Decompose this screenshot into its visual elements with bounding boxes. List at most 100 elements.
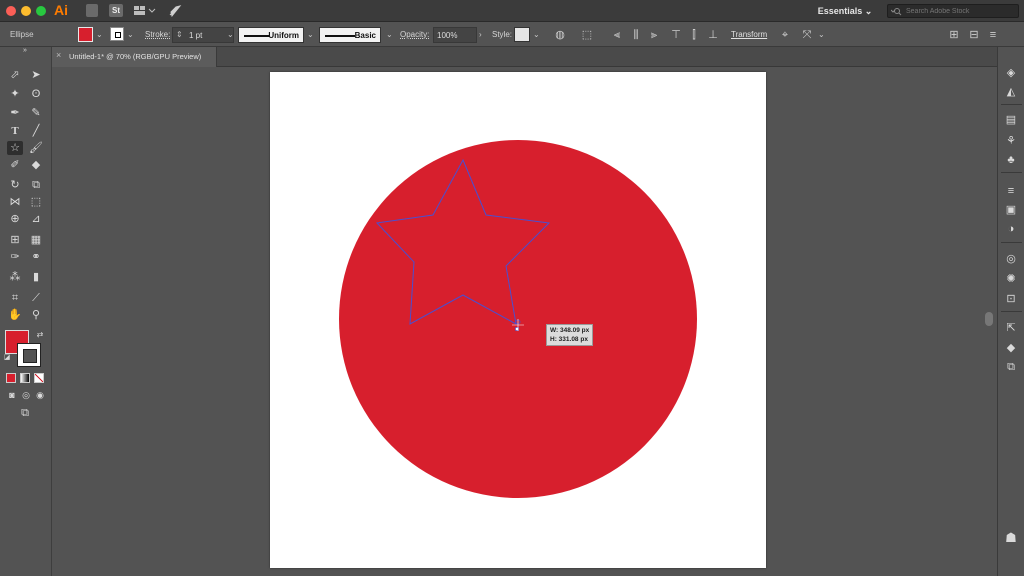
document-tab-bar: × Untitled-1* @ 70% (RGB/GPU Preview) [52, 47, 997, 67]
collapse-panel-icon[interactable]: » [17, 47, 33, 54]
align-horizontal-center-icon[interactable]: ⫼ [629, 28, 643, 42]
type-tool-icon[interactable]: T [7, 124, 23, 138]
chevron-down-icon[interactable]: ⌄ [818, 27, 825, 43]
free-transform-tool-icon[interactable]: ⬚ [28, 195, 44, 209]
align-right-icon[interactable]: ⫸ [647, 28, 661, 42]
align-top-icon[interactable]: ⊤ [669, 28, 683, 42]
lasso-tool-icon[interactable]: ʘ [28, 87, 44, 101]
star-tool-icon[interactable]: ☆ [7, 141, 23, 155]
graphic-style-swatch[interactable] [514, 27, 530, 42]
width-tool-icon[interactable]: ⋈ [7, 195, 23, 209]
align-to-icon[interactable]: ⬚ [580, 28, 594, 42]
align-bottom-icon[interactable]: ⊥ [706, 28, 720, 42]
workspace-switcher[interactable]: Essentials ⌄ [808, 3, 882, 19]
fill-color-swatch[interactable] [78, 27, 93, 42]
isolate-selected-icon[interactable]: ⌖ [778, 28, 792, 42]
screen-mode-icon[interactable]: ⧉ [17, 406, 33, 420]
chevron-down-icon[interactable]: ⌄ [96, 27, 103, 43]
select-similar-icon[interactable]: ⤧ [800, 28, 814, 42]
opacity-label[interactable]: Opacity: [400, 27, 429, 43]
default-colors-icon[interactable]: ◪ [3, 354, 11, 362]
blend-tool-icon[interactable]: ⚭ [28, 250, 44, 264]
chevron-down-icon[interactable]: ⌄ [227, 27, 234, 43]
artboard[interactable]: W: 348.09 px H: 331.08 px [270, 72, 766, 568]
column-graph-tool-icon[interactable]: ▮ [28, 270, 44, 284]
transparency-panel-icon[interactable]: ◑ [1004, 222, 1018, 236]
shape-builder-tool-icon[interactable]: ⊕ [7, 212, 23, 226]
arrange-panels-icon[interactable]: ⊞ [947, 28, 961, 42]
artboards-panel-icon[interactable]: ⧉ [1004, 360, 1018, 374]
appearance-panel-icon[interactable]: ◎ [1004, 252, 1018, 266]
arrange-documents-icon[interactable] [132, 4, 156, 17]
panel-menu-icon[interactable]: ≡ [986, 28, 1000, 42]
paintbrush-tool-icon[interactable]: 🖌 [28, 141, 44, 155]
variable-width-profile-select[interactable]: Uniform [238, 27, 304, 43]
curvature-tool-icon[interactable]: ✎ [28, 106, 44, 120]
selection-tool-icon[interactable]: ⬀ [7, 68, 23, 82]
magic-wand-tool-icon[interactable]: ✦ [7, 87, 23, 101]
eraser-tool-icon[interactable]: ◆ [28, 158, 44, 172]
minimize-window-button[interactable] [21, 6, 31, 16]
stroke-weight-value: 1 pt [189, 31, 203, 40]
perspective-grid-tool-icon[interactable]: ⊿ [28, 212, 44, 226]
stock-search-box[interactable] [887, 4, 1019, 18]
mesh-tool-icon[interactable]: ⊞ [7, 233, 23, 247]
align-panel-icon[interactable]: ⊡ [1004, 292, 1018, 306]
gradient-panel-icon[interactable]: ▣ [1004, 203, 1018, 217]
line-segment-tool-icon[interactable]: ╱ [28, 124, 44, 138]
zoom-tool-icon[interactable]: ⚲ [28, 308, 44, 322]
artboard-tool-icon[interactable]: ⌗ [7, 291, 23, 305]
gradient-tool-icon[interactable]: ▦ [28, 233, 44, 247]
pen-tool-icon[interactable]: ✒ [7, 106, 23, 120]
gradient-mode-icon[interactable] [20, 373, 30, 383]
direct-selection-tool-icon[interactable]: ➤ [28, 68, 44, 82]
close-window-button[interactable] [6, 6, 16, 16]
distribute-icon[interactable]: ⊟ [967, 28, 981, 42]
rotate-tool-icon[interactable]: ↻ [7, 178, 23, 192]
shaper-tool-icon[interactable]: ✐ [7, 158, 23, 172]
transform-link[interactable]: Transform [731, 27, 767, 43]
opacity-field[interactable]: 100% [433, 27, 477, 43]
color-guide-panel-icon[interactable]: ▤ [1004, 113, 1018, 127]
vertical-scrollbar-thumb[interactable] [985, 312, 993, 326]
search-input[interactable] [906, 7, 1018, 15]
stepper-icon[interactable]: ⇕ [176, 27, 183, 43]
chevron-down-icon[interactable]: ⌄ [127, 27, 134, 43]
zoom-window-button[interactable] [36, 6, 46, 16]
artwork [339, 140, 697, 498]
symbols-panel-icon[interactable]: ♣ [1004, 153, 1018, 167]
draw-inside-icon[interactable]: ◉ [32, 388, 48, 402]
align-left-icon[interactable]: ⫷ [610, 28, 624, 42]
swap-fill-stroke-icon[interactable]: ⇄ [32, 328, 48, 342]
brushes-panel-icon[interactable]: ⚘ [1004, 134, 1018, 148]
gpu-performance-icon[interactable] [168, 4, 182, 18]
canvas-area[interactable]: W: 348.09 px H: 331.08 px [52, 68, 997, 576]
brush-definition-select[interactable]: Basic [319, 27, 381, 43]
symbol-sprayer-tool-icon[interactable]: ⁂ [7, 270, 23, 284]
stock-icon[interactable]: St [109, 4, 123, 17]
slice-tool-icon[interactable]: ⟋ [28, 291, 44, 305]
chevron-down-icon[interactable]: ⌄ [533, 27, 540, 43]
chevron-down-icon[interactable]: ⌄ [307, 27, 314, 43]
close-icon[interactable]: × [56, 50, 61, 60]
eyedropper-tool-icon[interactable]: ✑ [7, 250, 23, 264]
stroke-color-swatch[interactable] [110, 27, 124, 41]
chevron-right-icon[interactable]: › [479, 27, 482, 43]
scale-tool-icon[interactable]: ⧉ [28, 178, 44, 192]
document-tab[interactable]: × Untitled-1* @ 70% (RGB/GPU Preview) [52, 47, 217, 67]
stroke-panel-icon[interactable]: ≡ [1004, 184, 1018, 198]
none-mode-icon[interactable] [34, 373, 44, 383]
bridge-icon[interactable] [86, 4, 98, 17]
chevron-down-icon[interactable]: ⌄ [386, 27, 393, 43]
properties-panel-icon[interactable]: ◈ [1004, 66, 1018, 80]
libraries-panel-icon[interactable]: ◭ [1004, 85, 1018, 99]
hand-tool-icon[interactable]: ✋ [7, 308, 23, 322]
recolor-artwork-icon[interactable]: ◍ [553, 28, 567, 42]
color-mode-icon[interactable] [6, 373, 16, 383]
stroke-label[interactable]: Stroke: [145, 27, 170, 43]
layers-panel-icon[interactable]: ◆ [1004, 341, 1018, 355]
graphic-styles-panel-icon[interactable]: ✺ [1004, 272, 1018, 286]
export-panel-icon[interactable]: ⇱ [1004, 321, 1018, 335]
align-vertical-center-icon[interactable]: ⫿ [687, 28, 701, 42]
stroke-color-box[interactable] [17, 343, 41, 367]
